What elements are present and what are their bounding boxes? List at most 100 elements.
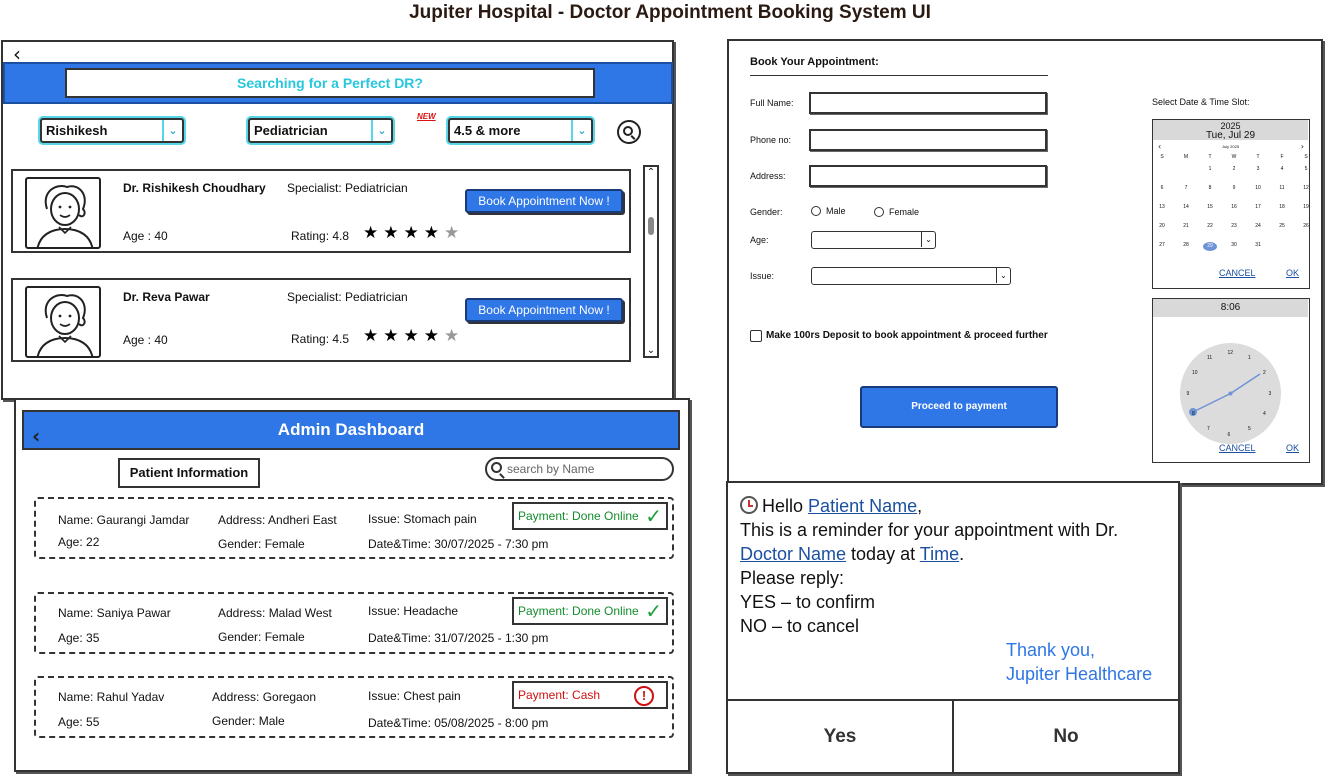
calendar-day[interactable]: 7: [1179, 185, 1193, 191]
results-scrollbar[interactable]: ⌃ ⌄: [643, 165, 659, 358]
calendar-day[interactable]: 8: [1203, 185, 1217, 191]
doctor-search-input[interactable]: Searching for a Perfect DR?: [65, 68, 595, 98]
address-field[interactable]: [809, 165, 1047, 187]
doctor-name-link[interactable]: Doctor Name: [740, 544, 846, 564]
calendar-day[interactable]: 5: [1299, 166, 1313, 172]
calendar-day[interactable]: 13: [1155, 204, 1169, 210]
rating-select[interactable]: 4.5 & more ⌄: [448, 118, 593, 143]
rating-stars: ★★★★★: [363, 223, 464, 243]
calendar-ok-button[interactable]: OK: [1286, 268, 1299, 278]
clock-number[interactable]: 11: [1207, 355, 1212, 361]
calendar-day[interactable]: 11: [1275, 185, 1289, 191]
calendar-day[interactable]: 14: [1179, 204, 1193, 210]
deposit-checkbox[interactable]: [750, 330, 762, 342]
age-select[interactable]: ⌄: [811, 231, 936, 249]
patient-name-link[interactable]: Patient Name: [808, 496, 917, 516]
calendar-day[interactable]: 26: [1299, 223, 1313, 229]
doctor-card: Dr. Reva Pawar Specialist: Pediatrician …: [11, 278, 631, 362]
clock-number[interactable]: 7: [1207, 426, 1210, 432]
calendar-day[interactable]: 17: [1251, 204, 1265, 210]
issue-label: Issue:: [750, 271, 775, 281]
calendar-day[interactable]: 10: [1251, 185, 1265, 191]
chevron-down-icon[interactable]: ⌄: [162, 120, 182, 141]
phone-field[interactable]: [809, 129, 1047, 151]
proceed-to-payment-button[interactable]: Proceed to payment: [860, 386, 1058, 428]
calendar-day[interactable]: 29: [1203, 242, 1217, 251]
calendar-day[interactable]: 21: [1179, 223, 1193, 229]
calendar-weekday: S: [1160, 154, 1164, 160]
time-ok-button[interactable]: OK: [1286, 443, 1299, 453]
patient-address: Address: Goregaon: [212, 690, 317, 704]
issue-select[interactable]: ⌄: [811, 267, 1011, 285]
calendar-day[interactable]: 9: [1227, 185, 1241, 191]
book-appointment-button[interactable]: Book Appointment Now !: [465, 298, 623, 322]
calendar-day[interactable]: 27: [1155, 242, 1169, 248]
tab-patient-information[interactable]: Patient Information: [118, 458, 260, 488]
clock-number[interactable]: 12: [1228, 350, 1234, 356]
clock-number[interactable]: 5: [1248, 426, 1251, 432]
chevron-down-icon[interactable]: ⌄: [921, 232, 935, 247]
chevron-down-icon[interactable]: ⌄: [996, 268, 1010, 283]
scroll-thumb[interactable]: [648, 217, 654, 235]
doctor-age: Age : 40: [123, 229, 168, 243]
time-link[interactable]: Time: [920, 544, 959, 564]
calendar-day[interactable]: 16: [1227, 204, 1241, 210]
clock-number[interactable]: 1: [1248, 355, 1251, 361]
calendar-day[interactable]: 28: [1179, 242, 1193, 248]
calendar-day[interactable]: 31: [1251, 242, 1265, 248]
check-icon: ✓: [645, 599, 662, 623]
no-button[interactable]: No: [954, 701, 1178, 772]
calendar-day[interactable]: 24: [1251, 223, 1265, 229]
calendar-day[interactable]: 3: [1251, 166, 1265, 172]
thanks-text: Thank you,: [1006, 640, 1096, 660]
chevron-up-icon[interactable]: ⌃: [645, 167, 657, 178]
calendar-day[interactable]: 23: [1227, 223, 1241, 229]
chevron-down-icon[interactable]: ⌄: [645, 345, 657, 356]
yes-button[interactable]: Yes: [728, 701, 952, 772]
yes-instruction: YES – to confirm: [740, 592, 876, 612]
chevron-right-icon[interactable]: ›: [1301, 142, 1304, 151]
clock-number[interactable]: 6: [1228, 432, 1231, 438]
clock-number[interactable]: 9: [1187, 391, 1190, 397]
clock-number[interactable]: 2: [1263, 370, 1266, 376]
clock-number[interactable]: 4: [1263, 411, 1266, 417]
book-appointment-button[interactable]: Book Appointment Now !: [465, 189, 623, 213]
calendar-day[interactable]: 25: [1275, 223, 1289, 229]
clock-number[interactable]: 3: [1269, 391, 1272, 397]
calendar-day[interactable]: 20: [1155, 223, 1169, 229]
doctor-avatar: [25, 177, 101, 249]
chevron-down-icon[interactable]: ⌄: [371, 120, 391, 141]
location-select[interactable]: Rishikesh ⌄: [40, 118, 184, 143]
calendar-day[interactable]: 12: [1299, 185, 1313, 191]
patient-name: Name: Rahul Yadav: [58, 690, 165, 704]
gender-radio-female[interactable]: [874, 207, 884, 217]
clock-number[interactable]: 8: [1192, 411, 1195, 417]
patient-record: Name: Gaurangi Jamdar Age: 22 Address: A…: [34, 497, 674, 559]
doctor-rating: Rating: 4.5: [291, 332, 350, 346]
calendar-day[interactable]: 19: [1299, 204, 1313, 210]
calendar-day[interactable]: 18: [1275, 204, 1289, 210]
clock-number[interactable]: 10: [1192, 370, 1198, 376]
full-name-field[interactable]: [809, 92, 1047, 114]
clock-face[interactable]: 12 1 2 3 4 5 6 7 8 9 10 11: [1180, 343, 1281, 444]
back-chevron-icon[interactable]: ‹: [32, 418, 40, 454]
patient-search-input[interactable]: search by Name: [485, 457, 674, 481]
calendar-day[interactable]: 2: [1227, 166, 1241, 172]
gender-option-label: Male: [826, 206, 846, 216]
calendar-day[interactable]: 15: [1203, 204, 1217, 210]
calendar-day[interactable]: 6: [1155, 185, 1169, 191]
calendar-month: July 2025: [1221, 144, 1240, 149]
chevron-down-icon[interactable]: ⌄: [571, 120, 591, 141]
star-icon: ★: [444, 223, 465, 243]
calendar-day[interactable]: 4: [1275, 166, 1289, 172]
calendar-day[interactable]: 30: [1227, 242, 1241, 248]
calendar-cancel-button[interactable]: CANCEL: [1219, 268, 1256, 278]
search-icon[interactable]: [617, 120, 641, 144]
gender-radio-male[interactable]: [811, 206, 821, 216]
calendar-day[interactable]: 1: [1203, 166, 1217, 172]
date-picker: 2025 Tue, Jul 29 ‹ July 2025 › SMTWTFS12…: [1152, 119, 1310, 289]
time-cancel-button[interactable]: CANCEL: [1219, 443, 1256, 453]
rating-stars: ★★★★★: [363, 326, 464, 346]
calendar-day[interactable]: 22: [1203, 223, 1217, 229]
specialty-select[interactable]: Pediatrician ⌄: [248, 118, 393, 143]
